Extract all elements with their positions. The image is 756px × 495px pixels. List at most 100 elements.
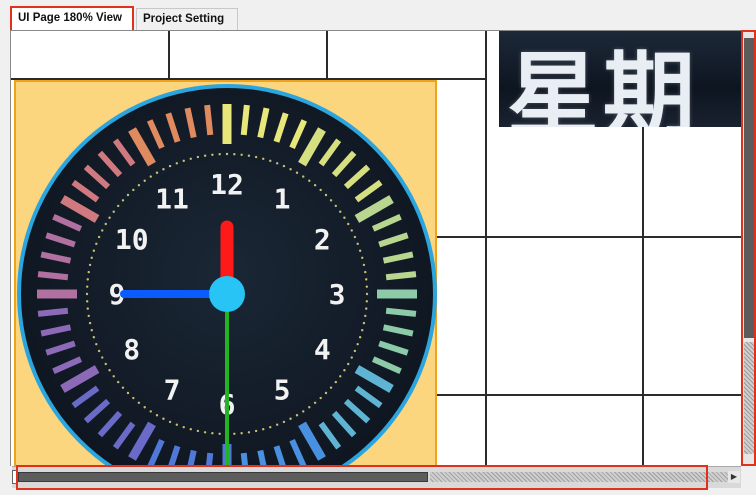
clock-dot <box>149 410 152 413</box>
scroll-right-icon[interactable]: ▶ <box>728 471 740 483</box>
design-canvas[interactable]: 星期 121234567891011 <box>10 30 742 466</box>
clock-dot <box>240 153 243 156</box>
grid-cell <box>437 238 487 396</box>
clock-dot <box>121 199 125 202</box>
clock-dot <box>365 300 369 303</box>
grid-cell <box>11 31 170 80</box>
grid-cell <box>644 127 742 238</box>
clock-tick <box>385 271 417 281</box>
clock-dot <box>289 417 292 420</box>
clock-dot <box>240 432 243 435</box>
clock-dot <box>155 414 159 417</box>
grid-cell <box>437 80 487 238</box>
clock-dot <box>196 155 200 159</box>
clock-dot <box>343 369 346 372</box>
grid-cell <box>170 31 328 80</box>
clock-dot <box>168 164 172 168</box>
clock-dot <box>319 396 322 400</box>
clock-dot <box>108 369 111 372</box>
tab-ui-page-view[interactable]: UI Page 180% View <box>10 6 134 32</box>
grid-cell <box>487 127 644 238</box>
clock-dot <box>218 432 221 436</box>
clock-dot <box>302 410 305 413</box>
clock-number: 12 <box>210 168 244 201</box>
clock-dot <box>108 216 111 219</box>
clock-dot <box>324 193 328 197</box>
clock-dot <box>358 336 362 339</box>
clock-dot <box>313 183 317 187</box>
clock-dot <box>295 414 299 417</box>
clock-dot <box>112 375 115 378</box>
clock-dot <box>189 428 192 431</box>
clock-hub <box>209 276 245 312</box>
clock-dot <box>211 153 214 156</box>
clock-dot <box>254 429 258 433</box>
clock-dot <box>319 188 322 192</box>
vertical-scrollbar[interactable] <box>741 30 756 466</box>
clock-dot <box>233 152 236 156</box>
scroll-corner <box>741 466 756 488</box>
clock-dot <box>364 314 367 318</box>
clock-dot <box>97 235 101 239</box>
clock-dot <box>85 292 89 296</box>
clock-dot <box>175 423 179 426</box>
vertical-scroll-track[interactable] <box>744 342 754 454</box>
clock-dot <box>162 168 165 171</box>
clock-dot <box>324 391 328 395</box>
clock-dot <box>308 179 311 182</box>
clock-number: 8 <box>123 333 140 366</box>
clock-dot <box>86 278 89 281</box>
clock-tick <box>385 307 417 317</box>
clock-dot <box>85 300 89 303</box>
editor-window: UI Page 180% View Project Setting 星期 12 … <box>0 0 756 495</box>
clock-dot <box>347 362 350 366</box>
clock-dot <box>218 152 221 156</box>
clock-dot <box>116 204 120 208</box>
clock-dot <box>104 222 107 226</box>
clock-dot <box>275 162 279 165</box>
clock-dot <box>353 349 357 353</box>
clock-dot <box>365 307 368 310</box>
clock-dot <box>225 152 229 156</box>
clock-dot <box>356 342 359 346</box>
clock-number: 3 <box>329 278 346 311</box>
clock-number: 10 <box>115 223 149 256</box>
clock-dot <box>175 162 179 165</box>
clock-dot <box>90 329 93 332</box>
clock-dot <box>203 431 207 434</box>
clock-dot <box>302 175 305 178</box>
clock-dot <box>162 417 165 420</box>
clock-dot <box>101 229 104 232</box>
clock-dot <box>365 292 369 296</box>
clock-dot <box>189 157 192 160</box>
clock-number: 11 <box>155 183 189 216</box>
clock-dot <box>143 179 146 182</box>
clock-dot <box>334 204 338 208</box>
clock-dot <box>362 263 366 267</box>
clock-dot <box>126 391 130 395</box>
clock-dot <box>269 159 272 163</box>
clock-dot <box>350 356 353 359</box>
vertical-scroll-thumb[interactable] <box>744 38 754 338</box>
grid-cell <box>487 238 644 396</box>
clock-dot <box>329 386 333 389</box>
clock-tick <box>240 104 250 136</box>
clock-dot <box>308 406 311 409</box>
clock-dot <box>137 183 141 187</box>
clock-dot <box>97 349 101 353</box>
clock-tick <box>37 271 69 281</box>
clock-dot <box>132 396 135 400</box>
clock-widget[interactable]: 121234567891011 <box>14 80 437 466</box>
clock-dot <box>365 285 369 288</box>
clock-dot <box>347 222 350 226</box>
clock-dot <box>275 423 279 426</box>
tab-project-setting[interactable]: Project Setting <box>136 8 238 31</box>
weekday-widget[interactable]: 星期 <box>499 31 742 127</box>
clock-dot <box>116 380 120 384</box>
clock-dot <box>361 329 364 332</box>
clock-tick <box>204 104 214 136</box>
clock-dot <box>196 429 200 433</box>
grid-cell <box>487 396 644 466</box>
clock-dot <box>353 235 357 239</box>
clock-dot <box>350 229 353 232</box>
